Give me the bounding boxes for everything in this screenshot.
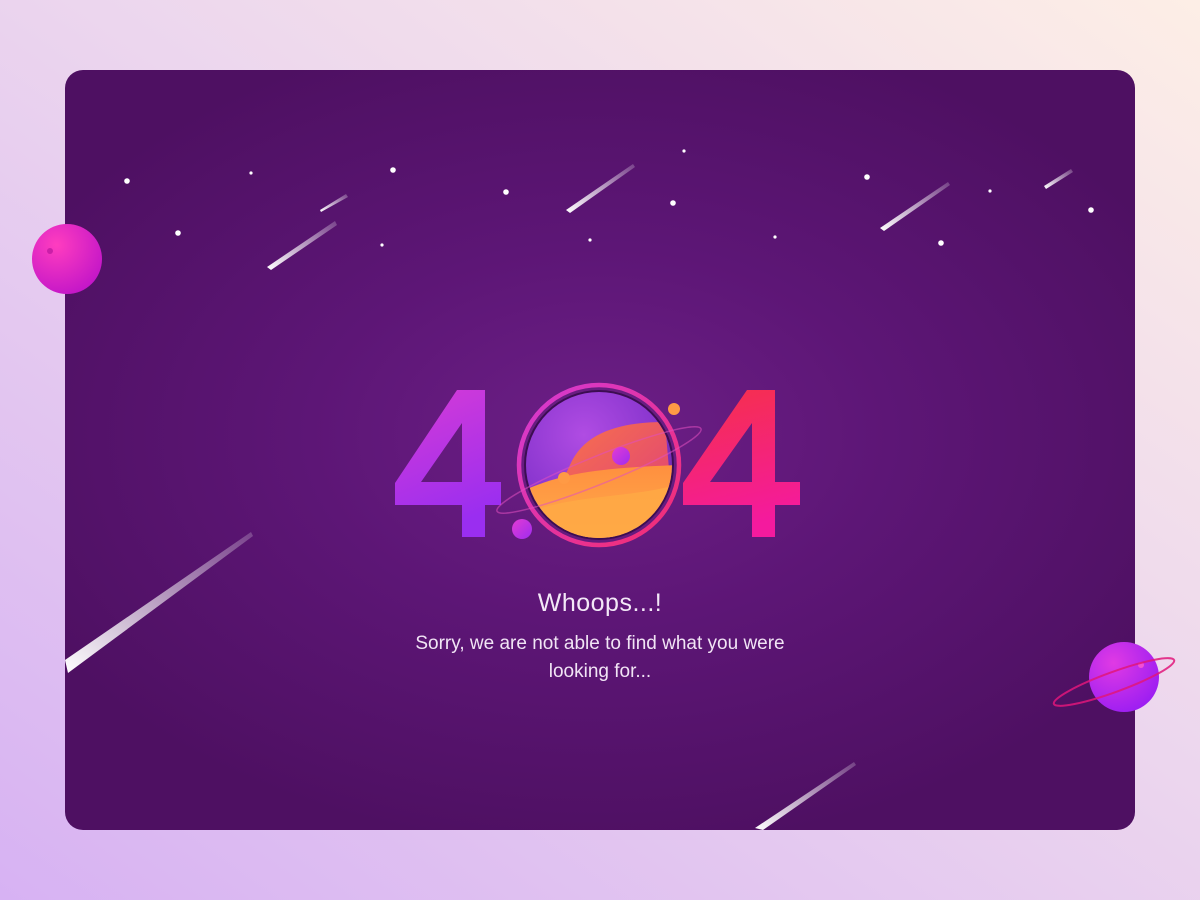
shooting-star-icon [267, 221, 337, 270]
space-scene [65, 149, 1094, 830]
star-icon [864, 174, 870, 180]
star-icon [249, 171, 253, 175]
star-icon [390, 167, 396, 173]
star-icon [588, 238, 592, 242]
star-icon [175, 230, 181, 236]
shooting-star-icon [1044, 169, 1073, 189]
star-field [124, 149, 1094, 247]
shooting-star-icon [320, 194, 348, 212]
error-card: Whoops...! Sorry, we are not able to fin… [65, 70, 1135, 830]
error-code-graphic [395, 382, 800, 548]
star-icon [938, 240, 944, 246]
star-icon [503, 189, 509, 195]
shooting-star-icon [755, 762, 856, 830]
star-icon [380, 243, 384, 247]
star-icon [1088, 207, 1094, 213]
star-icon [124, 178, 130, 184]
digit-four-left [395, 390, 501, 537]
error-message: Sorry, we are not able to find what you … [415, 633, 785, 682]
shooting-star-icon [566, 164, 635, 213]
star-icon [670, 200, 676, 206]
star-icon [988, 189, 992, 193]
digit-four-right [683, 390, 800, 537]
star-icon [682, 149, 686, 153]
star-icon [773, 235, 777, 239]
shooting-star-icon [880, 182, 950, 231]
planet-zero-icon [496, 382, 702, 548]
error-headline: Whoops...! [537, 589, 663, 617]
